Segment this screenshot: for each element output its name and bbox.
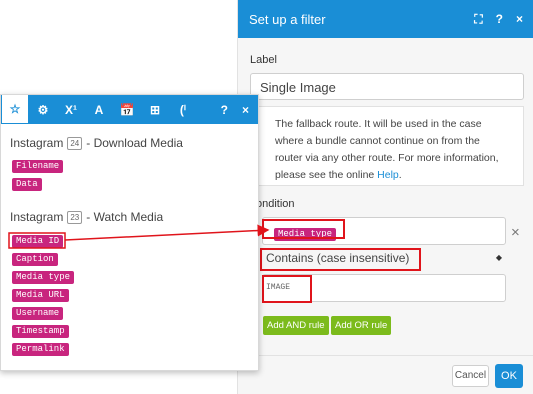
module-title-download: Instagram 24 - Download Media [10,136,183,150]
panel-right-icons: ? × [221,103,258,117]
dialog-header-icons: ⛶ ? × [474,12,523,27]
math-tab-icon[interactable]: X¹ [57,95,85,124]
module-suffix: - Download Media [86,136,183,150]
item-media-type[interactable]: Media type [12,271,75,284]
module-badge: 24 [67,136,83,150]
download-items: Filename Data [12,160,64,191]
fallback-help-text: The fallback route. It will be used in t… [250,106,524,186]
ok-button[interactable]: OK [495,364,523,388]
dialog-title: Set up a filter [249,11,326,27]
filter-dialog: Set up a filter ⛶ ? × Label Single Image… [237,0,533,394]
highlight-box-condition [262,219,345,239]
item-username[interactable]: Username [12,307,64,320]
cancel-button[interactable]: Cancel [452,365,489,387]
add-or-rule-button[interactable]: Add OR rule [331,316,392,335]
item-media-id[interactable]: Media ID [12,235,64,248]
item-data[interactable]: Data [12,178,42,191]
item-timestamp[interactable]: Timestamp [12,325,69,338]
array-tab-icon[interactable]: ⊞ [141,95,169,124]
help-link[interactable]: Help [377,169,399,181]
item-media-url[interactable]: Media URL [12,289,69,302]
dialog-header: Set up a filter ⛶ ? × [238,0,533,38]
panel-toolbar: ☆ ⚙ X¹ A 📅 ⊞ (ⁱ ? × [1,95,258,124]
remove-condition-icon[interactable]: × [511,224,520,241]
date-tab-icon[interactable]: 📅 [113,95,141,124]
select-caret-icon: ◆ [495,253,502,262]
custom-function-tab-icon[interactable]: (ⁱ [169,95,197,124]
text-tab-icon[interactable]: A [85,95,113,124]
module-name: Instagram [10,136,64,150]
label-input[interactable]: Single Image [250,73,524,100]
module-name: Instagram [10,210,64,224]
watch-items: Media ID Caption Media type Media URL Us… [12,235,75,356]
help-end: . [398,169,402,181]
mapping-panel: ☆ ⚙ X¹ A 📅 ⊞ (ⁱ ? × Instagram 24 - Downl… [0,94,259,371]
label-field-label: Label [250,54,277,66]
highlight-box-value [262,275,312,303]
condition-label: ondition [256,198,295,210]
module-badge: 23 [67,210,83,224]
footer-divider [238,355,533,356]
maximize-icon[interactable]: ⛶ [474,12,482,27]
help-icon[interactable]: ? [496,12,503,26]
close-icon[interactable]: × [516,12,523,26]
item-caption[interactable]: Caption [12,253,58,266]
favorites-tab-icon[interactable]: ☆ [1,95,29,124]
item-filename[interactable]: Filename [12,160,64,173]
settings-tab-icon[interactable]: ⚙ [29,95,57,124]
item-permalink[interactable]: Permalink [12,343,69,356]
module-title-watch: Instagram 23 - Watch Media [10,210,163,224]
add-and-rule-button[interactable]: Add AND rule [263,316,329,335]
highlight-box-operator [260,248,421,271]
module-suffix: - Watch Media [86,210,164,224]
panel-close-icon[interactable]: × [242,103,249,117]
panel-help-icon[interactable]: ? [221,103,228,117]
